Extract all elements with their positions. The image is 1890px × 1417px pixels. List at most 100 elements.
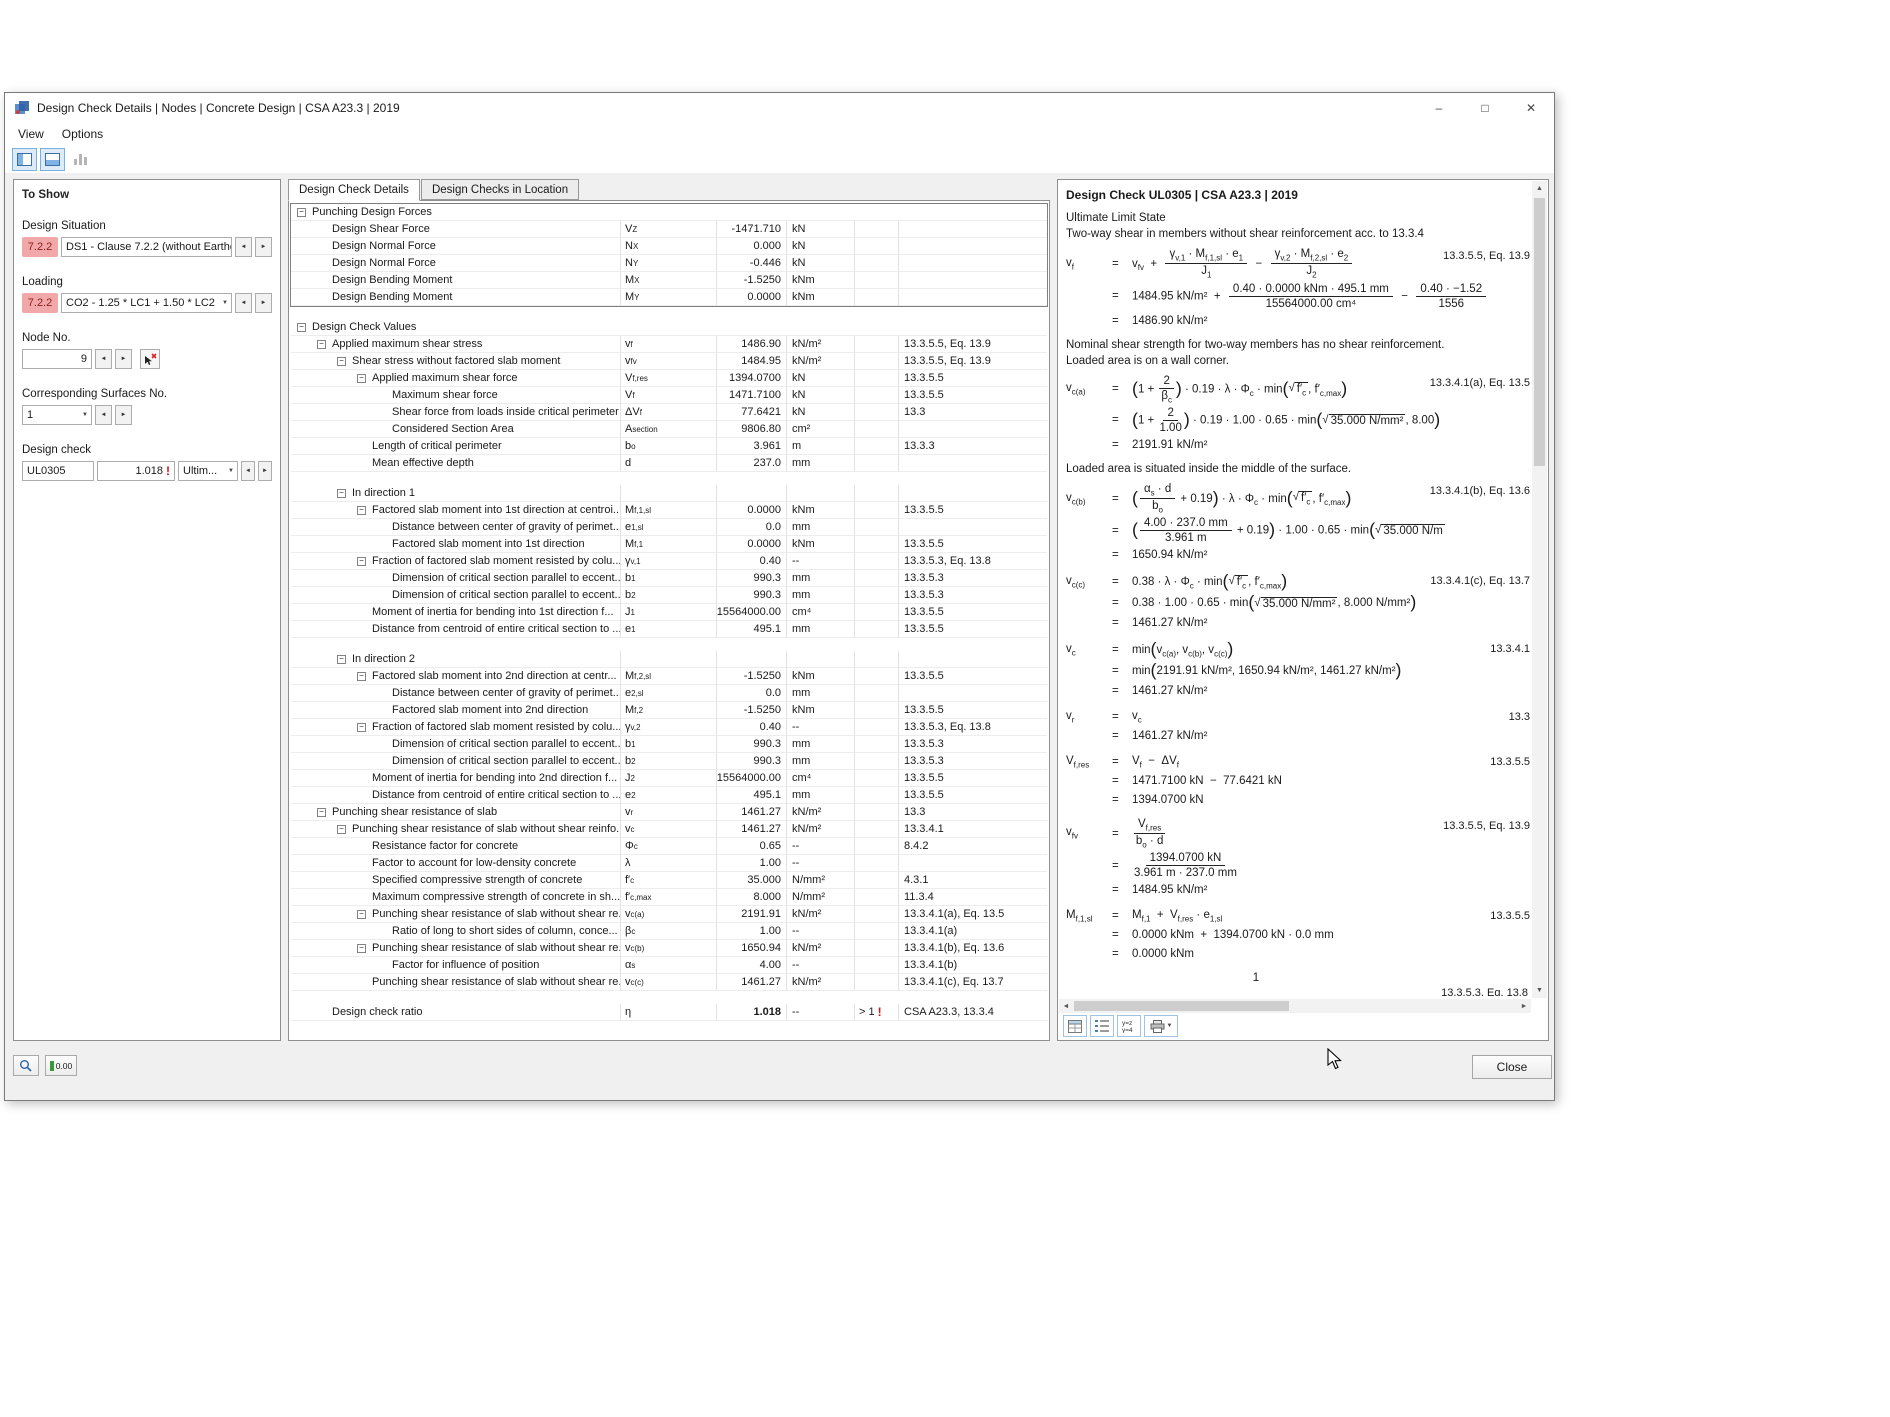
table-row[interactable]: −Fraction of factored slab moment resist… — [291, 553, 1047, 570]
table-row[interactable]: −Punching shear resistance of slab witho… — [291, 821, 1047, 838]
surfaces-combobox[interactable]: 1▼ — [22, 405, 92, 425]
tree-collapse-icon[interactable]: − — [357, 723, 366, 732]
table-section-row[interactable]: −Design Check Values — [291, 319, 1047, 336]
tree-collapse-icon[interactable]: − — [357, 944, 366, 953]
tree-collapse-icon[interactable]: − — [297, 208, 306, 217]
table-row[interactable]: −Shear stress without factored slab mome… — [291, 353, 1047, 370]
table-row[interactable]: Factor to account for low-density concre… — [291, 855, 1047, 872]
table-row[interactable]: Dimension of critical section parallel t… — [291, 753, 1047, 770]
toggle-details-button[interactable] — [40, 148, 65, 171]
table-row[interactable]: −Factored slab moment into 2nd direction… — [291, 668, 1047, 685]
ratio-filter-button[interactable]: 0.00 — [45, 1055, 77, 1076]
horizontal-scroll-thumb[interactable] — [1074, 1001, 1289, 1011]
table-row[interactable]: Maximum compressive strength of concrete… — [291, 889, 1047, 906]
table-row[interactable]: −In direction 1 — [291, 485, 1047, 502]
table-row[interactable]: Ratio of long to short sides of column, … — [291, 923, 1047, 940]
table-row[interactable]: Distance between center of gravity of pe… — [291, 519, 1047, 536]
table-row[interactable]: Design Shear ForceVZ-1471.710kN — [291, 221, 1047, 238]
table-row[interactable]: Dimension of critical section parallel t… — [291, 587, 1047, 604]
scroll-left-icon[interactable]: ◄ — [1059, 999, 1073, 1013]
table-row[interactable]: Distance from centroid of entire critica… — [291, 621, 1047, 638]
table-row[interactable]: Design Bending MomentMX-1.5250kNm — [291, 272, 1047, 289]
design-situation-prev-button[interactable]: ◄ — [235, 237, 252, 257]
tree-collapse-icon[interactable]: − — [357, 910, 366, 919]
tree-collapse-icon[interactable]: − — [297, 323, 306, 332]
numbering-button[interactable] — [1090, 1015, 1114, 1037]
tree-collapse-icon[interactable]: − — [337, 655, 346, 664]
horizontal-scrollbar[interactable]: ◄ ► — [1059, 999, 1531, 1013]
check-next-button[interactable]: ► — [258, 461, 272, 481]
chart-view-button[interactable] — [68, 148, 93, 171]
vertical-scrollbar[interactable]: ▲ ▼ — [1532, 181, 1547, 998]
table-row[interactable]: Design Bending MomentMY0.0000kNm — [291, 289, 1047, 306]
tree-collapse-icon[interactable]: − — [337, 489, 346, 498]
result-table-button[interactable] — [1063, 1015, 1087, 1037]
scroll-right-icon[interactable]: ► — [1517, 999, 1531, 1013]
tree-collapse-icon[interactable]: − — [357, 557, 366, 566]
vertical-scroll-thumb[interactable] — [1534, 198, 1545, 466]
table-row[interactable]: −In direction 2 — [291, 651, 1047, 668]
node-no-input[interactable]: 9 — [22, 349, 92, 369]
table-row[interactable]: Factored slab moment into 2nd directionM… — [291, 702, 1047, 719]
close-window-button[interactable]: ✕ — [1508, 93, 1554, 123]
table-row[interactable]: −Applied maximum shear stressvf1486.90kN… — [291, 336, 1047, 353]
table-row[interactable]: −Punching shear resistance of slab witho… — [291, 906, 1047, 923]
table-row[interactable]: −Punching shear resistance of slab witho… — [291, 940, 1047, 957]
check-prev-button[interactable]: ◄ — [241, 461, 255, 481]
table-row[interactable]: Resistance factor for concreteΦc0.65--8.… — [291, 838, 1047, 855]
table-row[interactable]: −Factored slab moment into 1st direction… — [291, 502, 1047, 519]
design-situation-field[interactable]: DS1 - Clause 7.2.2 (without Earthq... — [61, 237, 232, 257]
minimize-button[interactable]: – — [1416, 93, 1462, 123]
menu-view[interactable]: View — [9, 125, 53, 143]
table-row[interactable]: Dimension of critical section parallel t… — [291, 736, 1047, 753]
table-row[interactable]: Factored slab moment into 1st directionM… — [291, 536, 1047, 553]
table-row[interactable]: Moment of inertia for bending into 2nd d… — [291, 770, 1047, 787]
design-check-type-combobox[interactable]: Ultim...▼ — [178, 461, 238, 481]
table-row[interactable]: Distance from centroid of entire critica… — [291, 787, 1047, 804]
loading-combobox[interactable]: CO2 - 1.25 * LC1 + 1.50 * LC2▼ — [61, 293, 232, 313]
tree-collapse-icon[interactable]: − — [357, 506, 366, 515]
table-row[interactable]: Specified compressive strength of concre… — [291, 872, 1047, 889]
table-row[interactable]: Considered Section AreaAsection9806.80cm… — [291, 421, 1047, 438]
loading-prev-button[interactable]: ◄ — [235, 293, 252, 313]
pick-node-button[interactable] — [140, 349, 160, 369]
formula-view-button[interactable]: y=z y=4 — [1117, 1015, 1141, 1037]
design-check-id-field[interactable]: UL0305 — [22, 461, 94, 481]
table-row[interactable]: Length of critical perimeterbo3.961m13.3… — [291, 438, 1047, 455]
table-row[interactable]: −Applied maximum shear forceVf,res1394.0… — [291, 370, 1047, 387]
close-button[interactable]: Close — [1472, 1055, 1552, 1079]
table-section-row[interactable]: −Punching Design Forces — [291, 204, 1047, 221]
table-row[interactable]: Factor for influence of positionαs4.00--… — [291, 957, 1047, 974]
table-row[interactable]: Shear force from loads inside critical p… — [291, 404, 1047, 421]
menu-options[interactable]: Options — [53, 125, 112, 143]
table-row[interactable]: Design Normal ForceNX0.000kN — [291, 238, 1047, 255]
toggle-navigator-button[interactable] — [12, 148, 37, 171]
scroll-down-icon[interactable]: ▼ — [1532, 983, 1547, 998]
table-row[interactable]: Distance between center of gravity of pe… — [291, 685, 1047, 702]
tree-collapse-icon[interactable]: − — [357, 374, 366, 383]
scroll-up-icon[interactable]: ▲ — [1532, 181, 1547, 196]
print-button[interactable]: ▼ — [1144, 1015, 1178, 1037]
table-row[interactable]: Maximum shear forceVf1471.7100kN13.3.5.5 — [291, 387, 1047, 404]
table-row[interactable]: Mean effective depthd237.0mm — [291, 455, 1047, 472]
tree-collapse-icon[interactable]: − — [357, 672, 366, 681]
table-row[interactable]: Moment of inertia for bending into 1st d… — [291, 604, 1047, 621]
tree-collapse-icon[interactable]: − — [337, 357, 346, 366]
loading-next-button[interactable]: ► — [255, 293, 272, 313]
node-next-button[interactable]: ► — [115, 349, 132, 369]
table-row[interactable]: Design check ratioη1.018--> 1!CSA A23.3,… — [291, 1004, 1047, 1021]
surface-prev-button[interactable]: ◄ — [95, 405, 112, 425]
zoom-settings-button[interactable] — [13, 1055, 39, 1076]
table-row[interactable]: −Fraction of factored slab moment resist… — [291, 719, 1047, 736]
design-check-ratio-field[interactable]: 1.018 ! — [97, 461, 175, 481]
tree-collapse-icon[interactable]: − — [317, 340, 326, 349]
tree-collapse-icon[interactable]: − — [337, 825, 346, 834]
table-row[interactable]: Punching shear resistance of slab withou… — [291, 974, 1047, 991]
node-prev-button[interactable]: ◄ — [95, 349, 112, 369]
table-row[interactable]: Design Normal ForceNY-0.446kN — [291, 255, 1047, 272]
tab-design-check-details[interactable]: Design Check Details — [288, 179, 420, 201]
surface-next-button[interactable]: ► — [115, 405, 132, 425]
tree-collapse-icon[interactable]: − — [317, 808, 326, 817]
tab-design-checks-in-location[interactable]: Design Checks in Location — [421, 179, 579, 200]
maximize-button[interactable]: □ — [1462, 93, 1508, 123]
